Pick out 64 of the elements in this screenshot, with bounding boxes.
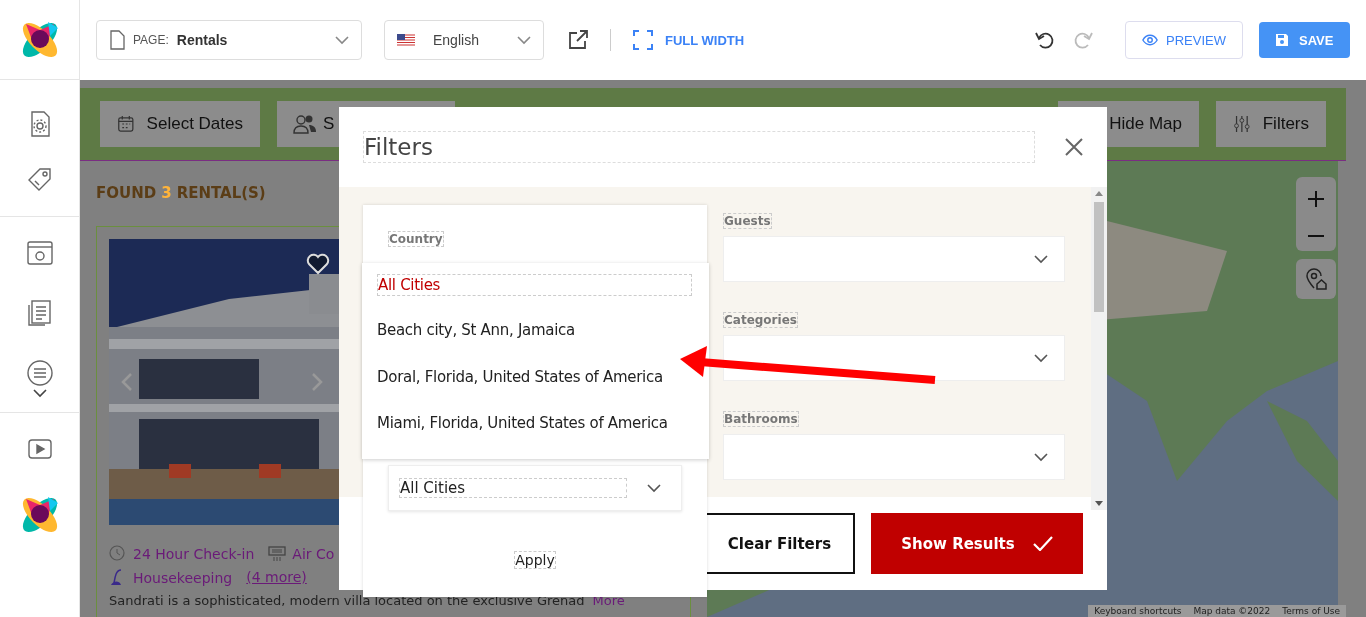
us-flag-icon xyxy=(397,34,415,46)
chevron-down-icon xyxy=(647,483,661,493)
field-label: Categories xyxy=(723,312,798,328)
results-count: FOUND 3 RENTAL(S) xyxy=(96,184,266,202)
map-attribution[interactable]: Terms of Use xyxy=(1282,606,1340,616)
dropdown-option[interactable]: Doral, Florida, United States of America xyxy=(377,366,663,387)
zoom-out-icon[interactable] xyxy=(1308,233,1324,238)
clear-filters-button[interactable]: Clear Filters xyxy=(706,513,855,574)
air-conditioner-icon xyxy=(268,545,287,563)
undo-icon[interactable] xyxy=(1035,30,1055,50)
toolbar-button[interactable]: Select Dates xyxy=(100,101,260,147)
amenity-label: 24 Hour Check-in xyxy=(133,546,255,562)
dropdown-option[interactable]: Miami, Florida, United States of America xyxy=(377,412,668,433)
save-button[interactable]: SAVE xyxy=(1259,22,1350,58)
language-select[interactable]: English xyxy=(384,20,544,60)
dialog-title: Filters xyxy=(363,131,1035,163)
chevron-down-icon xyxy=(517,35,531,45)
page-label: PAGE: xyxy=(133,33,169,47)
close-icon[interactable] xyxy=(1065,138,1083,156)
clock-icon xyxy=(109,545,127,563)
locate-button[interactable] xyxy=(1296,259,1336,299)
full-width-button[interactable]: FULL WIDTH xyxy=(633,30,745,50)
page-value: Rentals xyxy=(176,32,228,48)
amenity-label: Air Co xyxy=(292,546,335,562)
window-settings-icon[interactable] xyxy=(25,239,54,267)
heart-icon[interactable] xyxy=(306,253,330,275)
chevron-down-icon xyxy=(1034,353,1048,363)
field-label: Bathrooms xyxy=(723,411,799,427)
document-list-icon[interactable] xyxy=(25,299,54,327)
zoom-in-icon[interactable] xyxy=(1308,190,1324,207)
calendar-icon xyxy=(117,114,135,134)
select-field[interactable] xyxy=(723,434,1065,480)
show-results-button[interactable]: Show Results xyxy=(871,513,1083,574)
country-label: Country xyxy=(388,231,444,247)
amenity-label: Housekeeping xyxy=(133,570,233,586)
expand-icon xyxy=(633,30,653,50)
chevron-down-icon xyxy=(335,35,349,45)
preview-button[interactable]: PREVIEW xyxy=(1125,21,1243,59)
select-field[interactable] xyxy=(723,236,1065,282)
map-attribution[interactable]: Keyboard shortcuts xyxy=(1094,606,1182,616)
expand-chevron-icon xyxy=(32,389,47,398)
toolbar-button[interactable]: Filters xyxy=(1216,101,1326,147)
checkmark-icon xyxy=(1032,536,1053,551)
scrollbar-thumb[interactable] xyxy=(1094,202,1104,312)
page-select[interactable]: PAGE: Rentals xyxy=(96,20,362,60)
city-select[interactable]: All Cities xyxy=(388,465,682,511)
sliders-icon xyxy=(1233,114,1251,134)
scroll-down-icon[interactable] xyxy=(1095,501,1103,506)
scrollbar[interactable] xyxy=(1091,187,1107,510)
scroll-up-icon[interactable] xyxy=(1095,191,1103,196)
dropdown-option[interactable]: All Cities xyxy=(377,274,692,296)
select-field[interactable] xyxy=(723,335,1065,381)
dropdown-option[interactable]: Beach city, St Ann, Jamaica xyxy=(377,320,575,341)
menu-list-icon[interactable] xyxy=(25,359,54,387)
map-attribution[interactable]: Map data ©2022 xyxy=(1193,606,1271,616)
field-label: Guests xyxy=(723,213,772,229)
chevron-down-icon xyxy=(1034,254,1048,264)
eye-icon xyxy=(1142,33,1159,47)
chevron-down-icon xyxy=(1034,452,1048,462)
page-icon xyxy=(109,30,125,50)
external-link-icon[interactable] xyxy=(568,30,588,50)
map-pin-home-icon xyxy=(1305,268,1327,290)
people-icon xyxy=(292,114,318,134)
apply-button[interactable]: Apply xyxy=(514,551,556,569)
